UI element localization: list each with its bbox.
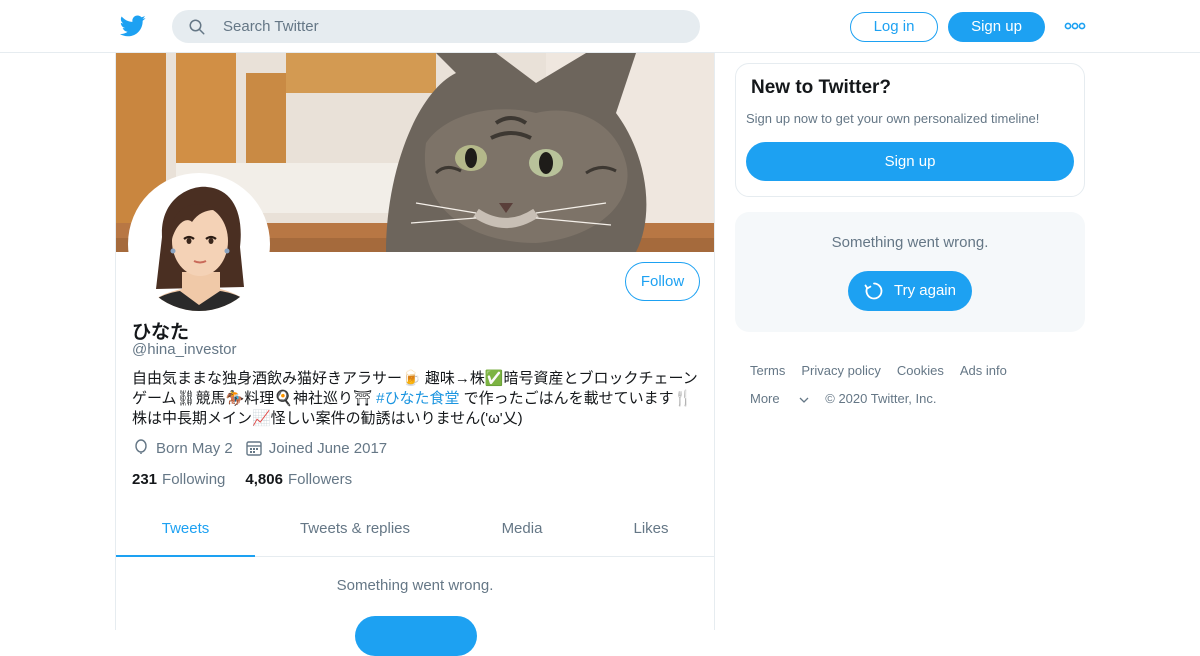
try-again-button[interactable]: Try again (848, 271, 972, 311)
calendar-icon (246, 441, 262, 456)
profile-column: Follow ひなた @hina_investor 自由気ままな独身酒飲み猫好き… (115, 53, 715, 656)
profile-display-name: ひなた (132, 322, 190, 343)
more-dots-icon[interactable] (1064, 18, 1086, 34)
login-button[interactable]: Log in (850, 12, 938, 42)
follow-button[interactable]: Follow (625, 262, 700, 301)
sidebar-signup-button[interactable]: Sign up (746, 142, 1074, 181)
copyright-text: © 2020 Twitter, Inc. (825, 391, 937, 406)
balloon-icon (135, 439, 147, 454)
chevron-down-icon (799, 397, 809, 403)
tab-likes[interactable]: Likes (589, 504, 713, 557)
footer-link-terms[interactable]: Terms (750, 363, 785, 378)
footer-more-menu[interactable]: More (750, 391, 809, 406)
followers-link[interactable]: 4,806 Followers (245, 471, 352, 488)
search-input[interactable]: Search Twitter (172, 10, 700, 43)
joined-text: Joined June 2017 (268, 439, 388, 457)
following-count: 231 (132, 471, 158, 488)
sidebar-error-message: Something went wrong. (831, 234, 989, 251)
new-to-twitter-card: New to Twitter? Sign up now to get your … (735, 63, 1085, 197)
search-placeholder: Search Twitter (223, 18, 319, 35)
timeline-try-again-button[interactable] (355, 616, 477, 656)
profile-bio: 自由気ままな独身酒飲み猫好きアラサー🍺 趣味→株✅暗号資産とブロックチェーンゲー… (132, 369, 702, 429)
tab-media[interactable]: Media (455, 504, 589, 557)
followers-label: Followers (287, 471, 353, 488)
bio-hashtag-link[interactable]: #ひなた食堂 (376, 390, 459, 407)
try-again-label: Try again (894, 282, 956, 299)
footer-link-privacy[interactable]: Privacy policy (801, 363, 880, 378)
footer-link-cookies[interactable]: Cookies (897, 363, 944, 378)
sidebar-error-card: Something went wrong. Try again (735, 212, 1085, 332)
timeline-error-message: Something went wrong. (336, 577, 494, 594)
profile-stats: 231 Following 4,806 Followers (132, 471, 372, 488)
birthday-text: Born May 2 (156, 439, 233, 457)
footer-more-label: More (750, 391, 780, 406)
followers-count: 4,806 (245, 471, 283, 488)
profile-handle: @hina_investor (132, 341, 237, 358)
profile-avatar[interactable] (128, 173, 270, 315)
twitter-bird-icon[interactable] (120, 13, 146, 39)
following-link[interactable]: 231 Following (132, 471, 225, 488)
profile-tabs: Tweets Tweets & replies Media Likes (116, 504, 714, 557)
tab-tweets-and-replies[interactable]: Tweets & replies (255, 504, 455, 557)
sidebar-footer: Terms Privacy policy Cookies Ads info Mo… (750, 363, 1080, 419)
new-to-twitter-title: New to Twitter? (751, 77, 892, 98)
tab-tweets[interactable]: Tweets (116, 504, 255, 557)
search-icon (189, 19, 205, 35)
signup-button[interactable]: Sign up (948, 12, 1045, 42)
profile-meta: Born May 2 Joined June 2017 (132, 439, 387, 457)
following-label: Following (162, 471, 226, 488)
footer-link-ads-info[interactable]: Ads info (960, 363, 1007, 378)
refresh-icon (864, 282, 883, 300)
new-to-twitter-subtitle: Sign up now to get your own personalized… (746, 111, 1040, 126)
top-navigation-bar: Search Twitter Log in Sign up (0, 0, 1200, 53)
